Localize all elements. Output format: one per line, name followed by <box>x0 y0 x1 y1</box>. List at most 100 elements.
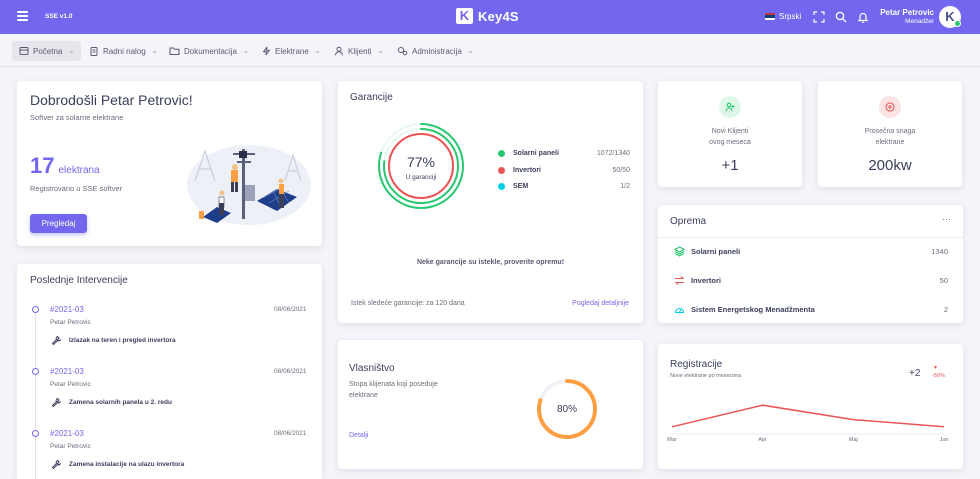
intervention-person: Petar Petrovic <box>50 443 91 450</box>
ownership-text-line: Stopa klijenata koji poseduje <box>349 381 438 388</box>
status-dot <box>498 183 505 190</box>
equipment-label: Sistem Energetskog Menadžmenta <box>691 305 815 314</box>
avg-power-card: Prosečna snaga elektrane 200kw <box>818 81 962 187</box>
brand-name: Key4S <box>478 8 519 24</box>
guarantee-percent: 77% <box>406 154 436 170</box>
wrench-icon <box>51 459 61 469</box>
nav-label: Dokumentacija <box>184 46 237 56</box>
plus-circle-icon <box>879 96 901 118</box>
more-options-icon[interactable]: ··· <box>942 214 951 224</box>
x-tick-label: Apr <box>758 437 767 443</box>
ownership-details-link[interactable]: Detalji <box>349 432 368 439</box>
timeline-line <box>35 312 36 479</box>
nav-item-radni-nalog[interactable]: Radni nalog ⌄ <box>82 41 165 61</box>
welcome-card: Dobrodošli Petar Petrovic! Softver za so… <box>17 81 322 246</box>
pregledaj-button[interactable]: Pregledaj <box>30 214 87 233</box>
brand-logo-icon: K <box>456 8 473 24</box>
equipment-label: Solarni paneli <box>691 247 741 256</box>
home-icon <box>19 47 29 55</box>
language-label: Srpski <box>779 12 802 21</box>
status-dot <box>498 167 505 174</box>
series-line <box>671 404 945 428</box>
bell-icon[interactable] <box>857 11 869 23</box>
equipment-label: Invertori <box>691 276 722 285</box>
main-navigation: Početna ⌄ Radni nalog ⌄ Dokumentacija ⌄ Ele… <box>0 34 980 67</box>
trend-down-icon: ▾ <box>934 365 938 371</box>
plant-count: 17 elektrana <box>30 153 100 179</box>
stat-label-line: ovog meseca <box>709 139 751 146</box>
item-value: 50/50 <box>612 167 630 174</box>
new-clients-label: Novi Klijenti ovog meseca <box>658 126 802 148</box>
ownership-text-line: elektrane <box>349 392 378 399</box>
plant-count-value: 17 <box>30 153 55 178</box>
guarantee-item-sem: SEM 1/2 <box>498 183 630 190</box>
x-axis-labels: Mar Apr Maj Jun <box>667 437 958 447</box>
new-clients-value: +1 <box>721 157 739 174</box>
equipment-value: 50 <box>939 276 948 285</box>
search-icon[interactable] <box>835 11 847 23</box>
nav-item-dokumentacija[interactable]: Dokumentacija ⌄ <box>162 41 256 61</box>
intervention-id[interactable]: #2021-03 <box>50 429 84 438</box>
language-selector[interactable]: Srpski <box>765 12 801 21</box>
chevron-down-icon: ⌄ <box>314 48 321 55</box>
guarantee-item-solar: Solarni paneli 1072/1340 <box>498 150 630 157</box>
user-role: Menadžer <box>905 18 934 25</box>
menu-icon[interactable] <box>17 11 28 21</box>
avatar[interactable]: K <box>939 6 961 28</box>
timeline-dot <box>32 306 39 313</box>
interventions-title: Poslednje Intervencije <box>30 275 128 286</box>
settings-icon <box>398 47 408 56</box>
nav-label: Administracija <box>412 46 462 56</box>
nav-item-administracija[interactable]: Administracija ⌄ <box>390 41 481 61</box>
equipment-value: 1340 <box>931 247 948 256</box>
nav-label: Elektrane <box>275 46 309 56</box>
user-info[interactable]: Petar Petrovic Menadžer <box>870 8 934 25</box>
intervention-person: Petar Petrovic <box>50 381 91 388</box>
user-icon <box>335 46 343 56</box>
nav-label: Klijenti <box>348 46 372 56</box>
equipment-card: Oprema ··· Solarni paneli 1340 Invertori… <box>658 205 963 323</box>
x-tick-label: Jun <box>939 437 949 443</box>
clipboard-icon <box>90 47 98 56</box>
brand-logo[interactable]: K Key4S <box>456 8 519 24</box>
guarantees-card: Garancije 77% U garanciji Solarni paneli… <box>338 81 643 323</box>
item-value: 1/2 <box>620 183 630 190</box>
chevron-down-icon: ⌄ <box>467 48 474 55</box>
nav-item-klijenti[interactable]: Klijenti ⌄ <box>327 41 390 61</box>
nav-item-elektrane[interactable]: Elektrane ⌄ <box>255 41 328 61</box>
guarantee-item-inverters: Invertori 50/50 <box>498 167 630 174</box>
chevron-down-icon: ⌄ <box>377 48 384 55</box>
guarantee-warning: Neke garancije su istekle, proverite opr… <box>416 259 565 266</box>
equipment-title: Oprema <box>670 216 707 227</box>
user-plus-icon <box>719 96 741 118</box>
intervention-id[interactable]: #2021-03 <box>50 367 84 376</box>
intervention-date: 08/06/2021 <box>274 430 307 437</box>
intervention-date: 08/06/2021 <box>274 306 307 313</box>
guarantee-details-link[interactable]: Pogledaj detaljnije <box>572 300 629 307</box>
nav-label: Početna <box>33 46 63 56</box>
registrations-card: Registracije Nove elektrane po mesecima … <box>658 344 963 469</box>
item-value: 1072/1340 <box>596 150 630 157</box>
wrench-icon <box>51 335 61 345</box>
layers-icon <box>674 246 685 257</box>
guarantee-expiry: Istek sledeće garancije: za 120 dana <box>351 300 465 307</box>
stat-label-line: Novi Klijenti <box>711 128 749 135</box>
item-label: Invertori <box>513 167 542 174</box>
chevron-down-icon: ⌄ <box>68 48 75 55</box>
intervention-task: Zamena instalacije na ulazu invertora <box>69 461 185 468</box>
timeline-dot <box>32 430 39 437</box>
solar-technician-illustration <box>187 145 311 225</box>
intervention-task: Zamena solarnih panela u 2. redu <box>69 399 172 406</box>
nav-item-pocetna[interactable]: Početna ⌄ <box>12 41 82 61</box>
equipment-item-sem: Sistem Energetskog Menadžmenta 2 <box>674 304 948 315</box>
user-name: Petar Petrovic <box>880 8 934 17</box>
ownership-text: Stopa klijenata koji poseduje elektrane <box>349 379 438 401</box>
item-label: SEM <box>513 183 529 190</box>
intervention-id[interactable]: #2021-03 <box>50 305 84 314</box>
avg-power-label: Prosečna snaga elektrane <box>818 126 962 148</box>
ownership-title: Vlasništvo <box>349 363 395 374</box>
equipment-value: 2 <box>943 305 948 314</box>
fullscreen-icon[interactable] <box>813 11 825 23</box>
guarantee-center-label: U garanciji <box>405 174 437 181</box>
interventions-card: Poslednje Intervencije #2021-03 08/06/20… <box>17 264 322 479</box>
